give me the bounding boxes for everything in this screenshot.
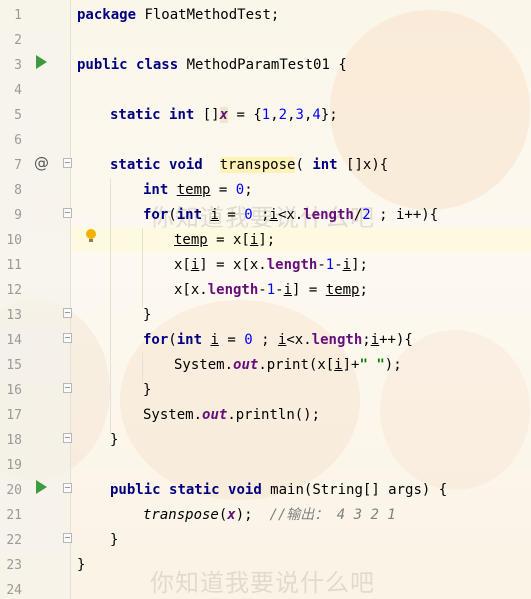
code-line: temp = x[i]; <box>174 232 276 248</box>
line-number: 4 <box>14 83 22 98</box>
line-number: 16 <box>6 383 22 398</box>
code-line: } <box>143 307 152 323</box>
fold-marker[interactable] <box>63 383 72 393</box>
line-number: 19 <box>6 458 22 473</box>
fold-marker[interactable] <box>63 483 72 493</box>
code-line: for(int i = 0 ; i<x.length;i++){ <box>143 332 413 348</box>
line-number: 13 <box>6 308 22 323</box>
line-number: 18 <box>6 433 22 448</box>
code-line: static void transpose( int []x){ <box>110 157 389 173</box>
run-main-icon[interactable] <box>36 480 47 494</box>
fold-marker[interactable] <box>63 433 72 443</box>
code-line: transpose(x); //输出： 4 3 2 1 <box>143 507 396 523</box>
code-line: public static void main(String[] args) { <box>110 482 448 498</box>
run-class-icon[interactable] <box>36 55 47 69</box>
line-number: 14 <box>6 333 22 348</box>
fold-marker[interactable] <box>63 208 72 218</box>
fold-marker[interactable] <box>63 533 72 543</box>
code-line: int temp = 0; <box>143 182 253 198</box>
line-number: 3 <box>14 58 22 73</box>
line-number: 22 <box>6 533 22 548</box>
line-number: 7 <box>14 158 22 173</box>
override-at-icon[interactable]: @ <box>34 154 49 172</box>
line-number: 23 <box>6 558 22 573</box>
line-number: 15 <box>6 358 22 373</box>
code-line: System.out.print(x[i]+" "); <box>174 357 402 373</box>
line-number: 6 <box>14 133 22 148</box>
code-line: } <box>77 557 86 573</box>
code-line: } <box>110 432 119 448</box>
line-number: 1 <box>14 8 22 23</box>
line-number: 21 <box>6 508 22 523</box>
line-number: 8 <box>14 183 22 198</box>
fold-marker[interactable] <box>63 333 72 343</box>
code-line: } <box>110 532 119 548</box>
code-line: static int []x = {1,2,3,4}; <box>110 107 338 123</box>
line-number: 24 <box>6 583 22 598</box>
code-line: x[i] = x[x.length-1-i]; <box>174 257 368 273</box>
line-number: 20 <box>6 483 22 498</box>
code-line: for(int i = 0 ;i<x.length/2 ; i++){ <box>143 207 439 223</box>
line-number: 10 <box>6 233 22 248</box>
code-line: x[x.length-1-i] = temp; <box>174 282 368 298</box>
fold-marker[interactable] <box>63 308 72 318</box>
fold-marker[interactable] <box>63 158 72 168</box>
code-editor[interactable]: 你知道我要说什么吧 你知道我要说什么吧 1 2 3 4 5 6 7 8 9 10… <box>0 0 531 599</box>
line-number: 11 <box>6 258 22 273</box>
code-line: } <box>143 382 152 398</box>
line-number: 9 <box>14 208 22 223</box>
line-number: 5 <box>14 108 22 123</box>
code-line: package FloatMethodTest; <box>77 7 280 23</box>
code-line: System.out.println(); <box>143 407 321 423</box>
line-number: 17 <box>6 408 22 423</box>
line-number: 2 <box>14 33 22 48</box>
code-line: public class MethodParamTest01 { <box>77 57 347 73</box>
line-number: 12 <box>6 283 22 298</box>
